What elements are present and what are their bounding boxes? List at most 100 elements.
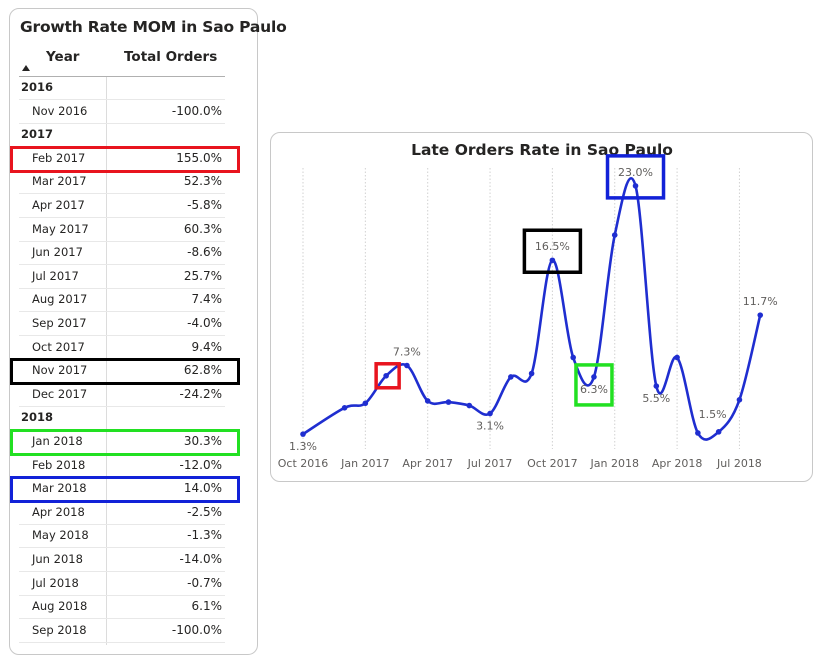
row-year: Mar 2017 [32, 174, 87, 189]
table-row[interactable]: Nov 2016 -100.0% [19, 101, 225, 124]
data-point[interactable] [487, 410, 493, 417]
data-point[interactable] [404, 362, 410, 369]
x-tick-label: Jul 2018 [716, 457, 762, 470]
table-title: Growth Rate MOM in Sao Paulo [20, 18, 287, 36]
row-total-orders: 52.3% [183, 174, 222, 189]
row-total-orders: 7.4% [191, 292, 223, 307]
row-total-orders: -4.0% [187, 316, 222, 330]
table-row[interactable]: Jun 2018 -14.0% [19, 549, 225, 572]
late-orders-chart: Late Orders Rate in Sao Paulo Oct 2016 Ja… [270, 132, 813, 482]
data-point[interactable] [715, 429, 722, 435]
row-year: Apr 2017 [32, 198, 85, 212]
row-total-orders: -100.0% [171, 622, 222, 637]
row-year: Aug 2018 [32, 599, 88, 614]
row-highlight-box [10, 145, 240, 173]
data-point[interactable] [362, 400, 369, 407]
row-highlight-box [10, 358, 240, 386]
row-year: Jun 2018 [32, 552, 83, 566]
row-year: Aug 2017 [32, 292, 88, 307]
data-label: 16.5% [535, 240, 570, 253]
table-row[interactable]: Jul 2018 -0.7% [19, 573, 225, 596]
row-total-orders: -100.0% [171, 103, 222, 118]
data-point[interactable] [570, 354, 576, 361]
row-year: Jul 2018 [32, 575, 79, 590]
x-tick-label: Oct 2017 [527, 457, 578, 470]
row-highlight-box [10, 429, 240, 456]
series-late-orders [300, 177, 764, 441]
table-group-row[interactable]: 2017 [19, 124, 225, 148]
row-year: 2016 [21, 80, 54, 94]
data-point[interactable] [736, 397, 743, 403]
row-year: Jun 2017 [32, 245, 83, 260]
table-row[interactable]: Aug 2018 6.1% [19, 596, 225, 620]
row-total-orders: -14.0% [179, 552, 222, 566]
data-label: 23.0% [618, 166, 653, 179]
gridlines [302, 168, 740, 449]
data-labels: 1.3% 7.3% 3.1% 16.5% 6.3% 23.0% 5.5% 1.5% 11.7% [289, 166, 778, 453]
row-year: Jul 2017 [32, 268, 79, 283]
row-total-orders: -12.0% [179, 457, 222, 472]
x-axis-ticks: Oct 2016 Jan 2017 Apr 2017 Jul 2017 Oct 2017… [278, 457, 762, 470]
data-point[interactable] [528, 370, 535, 377]
row-year: Oct 2017 [32, 339, 85, 354]
table-row[interactable]: Jun 2017 -8.6% [19, 242, 225, 266]
x-tick-label: Jul 2017 [467, 457, 513, 470]
row-year: Sep 2017 [32, 316, 87, 330]
row-year: Sep 2018 [32, 622, 87, 637]
growth-rate-table: Growth Rate MOM in Sao Paulo Year Total … [9, 8, 287, 655]
table-row[interactable]: Apr 2017 -5.8% [19, 195, 225, 218]
table-group-row[interactable]: 2016 [19, 77, 225, 100]
row-total-orders: -0.7% [187, 575, 222, 590]
table-row[interactable]: Apr 2018 -2.5% [19, 502, 225, 525]
row-year: Apr 2018 [32, 504, 85, 519]
table-row[interactable]: May 2017 60.3% [19, 219, 225, 242]
table-row[interactable]: May 2018 -1.3% [19, 525, 225, 549]
row-year: 2018 [21, 410, 54, 425]
table-row[interactable]: Oct 2017 9.4% [19, 337, 225, 360]
data-point[interactable] [653, 383, 660, 389]
row-total-orders: -2.5% [187, 504, 222, 519]
data-point[interactable] [549, 257, 556, 264]
data-point[interactable] [632, 183, 639, 189]
data-point[interactable] [757, 312, 764, 318]
row-total-orders: 6.1% [191, 599, 223, 614]
sort-ascending-icon[interactable] [22, 65, 30, 71]
row-year: Nov 2016 [32, 103, 88, 118]
column-header-total-orders[interactable]: Total Orders [124, 49, 217, 65]
data-point[interactable] [674, 354, 680, 361]
data-point[interactable] [341, 405, 348, 411]
row-total-orders: -8.6% [187, 245, 222, 260]
table-row[interactable]: Aug 2017 7.4% [19, 289, 225, 313]
row-total-orders: 25.7% [183, 268, 222, 283]
table-row[interactable]: Jul 2017 25.7% [19, 266, 225, 289]
data-point[interactable] [508, 374, 514, 380]
x-tick-label: Oct 2016 [278, 457, 329, 470]
data-point[interactable] [424, 398, 431, 404]
row-total-orders: -1.3% [187, 528, 222, 543]
x-tick-label: Apr 2017 [402, 457, 453, 470]
table-group-row[interactable]: 2018 [19, 407, 225, 431]
data-point[interactable] [611, 232, 618, 238]
data-point[interactable] [300, 431, 306, 437]
x-tick-label: Jan 2017 [340, 457, 389, 470]
highlight-boxes [374, 154, 666, 407]
series-line[interactable] [302, 177, 762, 441]
table-row[interactable]: Sep 2018 -100.0% [19, 620, 225, 643]
column-header-year[interactable]: Year [46, 49, 79, 65]
data-label: 6.3% [580, 383, 608, 396]
data-point[interactable] [445, 399, 452, 405]
row-total-orders: -24.2% [179, 386, 222, 401]
x-tick-label: Jan 2018 [590, 457, 639, 470]
data-point[interactable] [591, 374, 597, 380]
data-label: 3.1% [476, 420, 504, 433]
row-total-orders: -5.8% [187, 198, 222, 212]
table-row[interactable]: Mar 2017 52.3% [19, 171, 225, 195]
data-label: 7.3% [393, 345, 421, 358]
table-row[interactable]: Sep 2017 -4.0% [19, 313, 225, 336]
x-tick-label: Apr 2018 [652, 457, 703, 470]
data-point[interactable] [466, 402, 473, 409]
table-row[interactable]: Dec 2017 -24.2% [19, 384, 225, 407]
data-point[interactable] [695, 430, 701, 436]
table-row[interactable]: Feb 2018 -12.0% [19, 455, 225, 478]
data-point[interactable] [383, 372, 389, 379]
